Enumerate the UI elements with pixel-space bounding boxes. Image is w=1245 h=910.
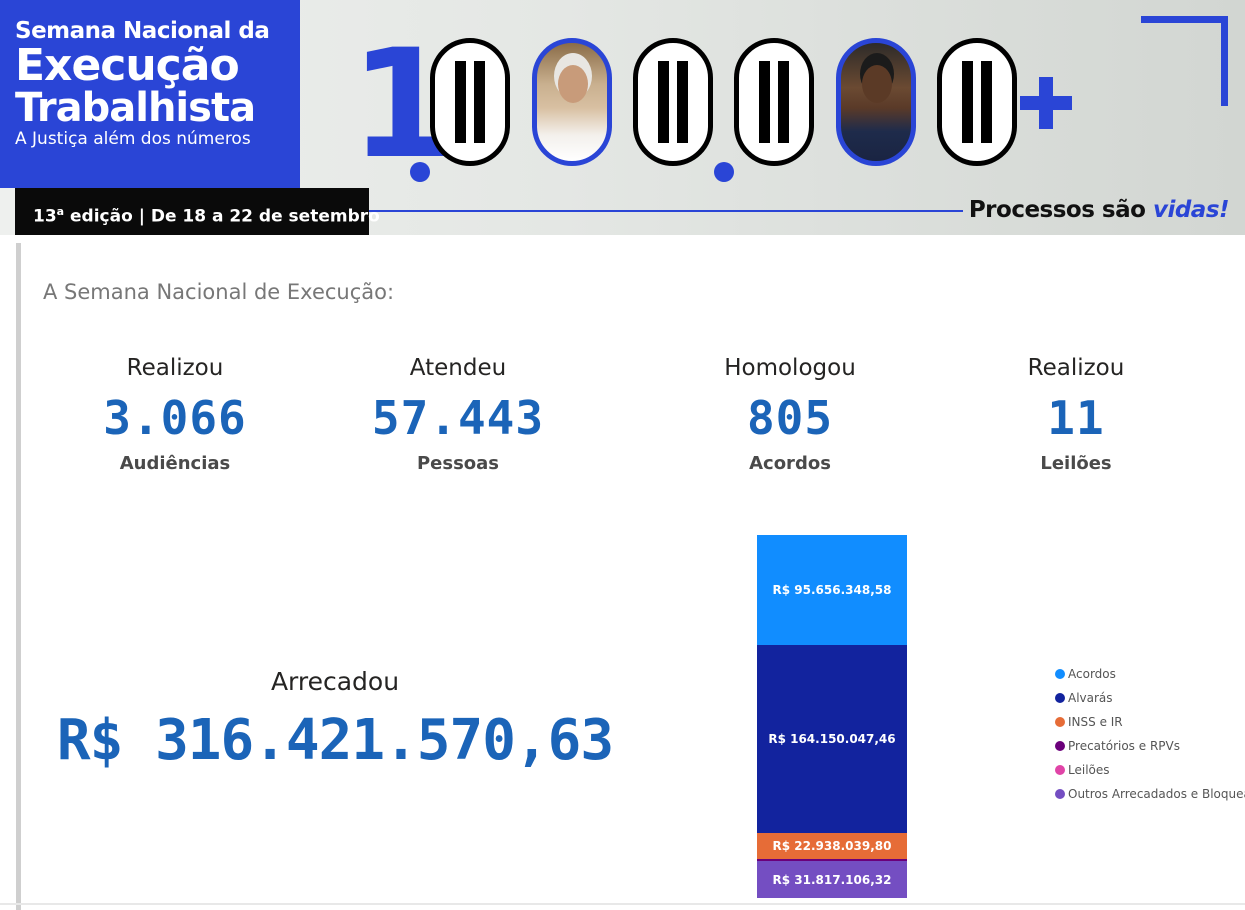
total-value: R$ 316.421.570,63 — [56, 708, 614, 773]
banner: Semana Nacional da Execução Trabalhista … — [0, 0, 1245, 235]
legend-swatch — [1055, 789, 1065, 799]
worker-photo-man — [836, 38, 916, 166]
plus-icon — [1020, 77, 1072, 129]
total-collected-card: Arrecadou R$ 316.421.570,63 — [40, 663, 630, 781]
data-label: R$ 95.656.348,58 — [772, 582, 892, 597]
thousands-dot — [714, 162, 734, 182]
event-title-block: Semana Nacional da Execução Trabalhista … — [0, 0, 300, 188]
digit-zero-graphic — [633, 38, 713, 166]
face-graphic — [558, 65, 588, 103]
legend-label: Precatórios e RPVs — [1068, 739, 1180, 753]
data-label: R$ 31.817.106,32 — [772, 872, 892, 887]
edition-dates: edição | De 18 a 22 de setembro — [64, 206, 380, 227]
legend-label: Leilões — [1068, 763, 1110, 777]
legend-label: Acordos — [1068, 667, 1116, 681]
data-label: R$ 22.938.039,80 — [772, 839, 892, 854]
kpi-verb: Realizou — [1027, 355, 1125, 381]
kpi-label: Pessoas — [416, 453, 500, 474]
digit-zero-graphic — [937, 38, 1017, 166]
legend-swatch — [1055, 741, 1065, 751]
event-title-line-3: Trabalhista — [15, 85, 256, 131]
stacked-bar-chart[interactable]: R$ 95.656.348,58 R$ 164.150.047,46 R$ 22.9… — [757, 535, 907, 898]
worker-photo-woman — [532, 38, 612, 166]
kpi-audiencias: Realizou 3.066 Audiências — [45, 350, 305, 478]
kpi-verb: Atendeu — [409, 355, 507, 381]
legend-swatch — [1055, 669, 1065, 679]
kpi-pessoas: Atendeu 57.443 Pessoas — [328, 350, 588, 478]
tagline: Processos são vidas! — [968, 192, 1230, 228]
digit-zero-graphic — [430, 38, 510, 166]
legend-item[interactable]: Acordos — [1055, 662, 1245, 686]
tagline-accent: vidas! — [1152, 197, 1230, 223]
legend-item[interactable]: INSS e IR — [1055, 710, 1245, 734]
legend-label: Outros Arrecadados e Bloquea... — [1068, 787, 1245, 801]
event-subtitle: A Justiça além dos números — [15, 129, 251, 149]
kpi-value: 11 — [1047, 391, 1105, 445]
kpi-value: 805 — [746, 391, 834, 445]
legend-label: Alvarás — [1068, 691, 1113, 705]
bar-segment-2[interactable]: R$ 22.938.039,80 — [757, 833, 907, 860]
chart-legend: Acordos Alvarás INSS e IR Precatórios e RPV… — [1055, 662, 1245, 806]
digit-zero-graphic — [734, 38, 814, 166]
kpi-acordos: Homologou 805 Acordos — [660, 350, 920, 478]
kpi-verb: Homologou — [724, 355, 856, 381]
bar-segment-5[interactable]: R$ 31.817.106,32 — [757, 861, 907, 898]
edition-ordinal-suffix: a — [56, 205, 65, 218]
legend-swatch — [1055, 717, 1065, 727]
kpi-label: Audiências — [119, 453, 231, 474]
banner-divider — [369, 210, 963, 212]
kpi-verb: Realizou — [126, 355, 224, 381]
kpi-label: Acordos — [749, 453, 831, 474]
face-graphic — [862, 65, 892, 103]
kpi-label: Leilões — [1040, 453, 1112, 474]
bar-segment-0[interactable]: R$ 95.656.348,58 — [757, 535, 907, 645]
edition-number: 13 — [33, 206, 57, 227]
edition-badge: 13a edição | De 18 a 22 de setembro — [15, 188, 380, 235]
bar-segment-1[interactable]: R$ 164.150.047,46 — [757, 644, 907, 834]
legend-swatch — [1055, 693, 1065, 703]
kpi-leiloes: Realizou 11 Leilões — [946, 350, 1206, 478]
legend-item[interactable]: Alvarás — [1055, 686, 1245, 710]
legend-item[interactable]: Leilões — [1055, 758, 1245, 782]
legend-item[interactable]: Precatórios e RPVs — [1055, 734, 1245, 758]
data-label: R$ 164.150.047,46 — [768, 731, 896, 746]
kpi-value: 57.443 — [371, 391, 545, 445]
kpi-value: 3.066 — [103, 391, 247, 445]
page-left-border — [16, 243, 21, 910]
legend-item[interactable]: Outros Arrecadados e Bloquea... — [1055, 782, 1245, 806]
total-verb: Arrecadou — [270, 667, 400, 696]
legend-swatch — [1055, 765, 1065, 775]
legend-label: INSS e IR — [1068, 715, 1123, 729]
one-million-graphic: 1 — [350, 22, 1090, 182]
thousands-dot — [410, 162, 430, 182]
event-title-line-2: Execução — [15, 40, 240, 91]
tagline-prefix: Processos são — [968, 197, 1153, 223]
corner-bracket-graphic — [1141, 16, 1228, 106]
section-title: A Semana Nacional de Execução: — [43, 280, 395, 304]
page-bottom-border — [0, 903, 1245, 905]
